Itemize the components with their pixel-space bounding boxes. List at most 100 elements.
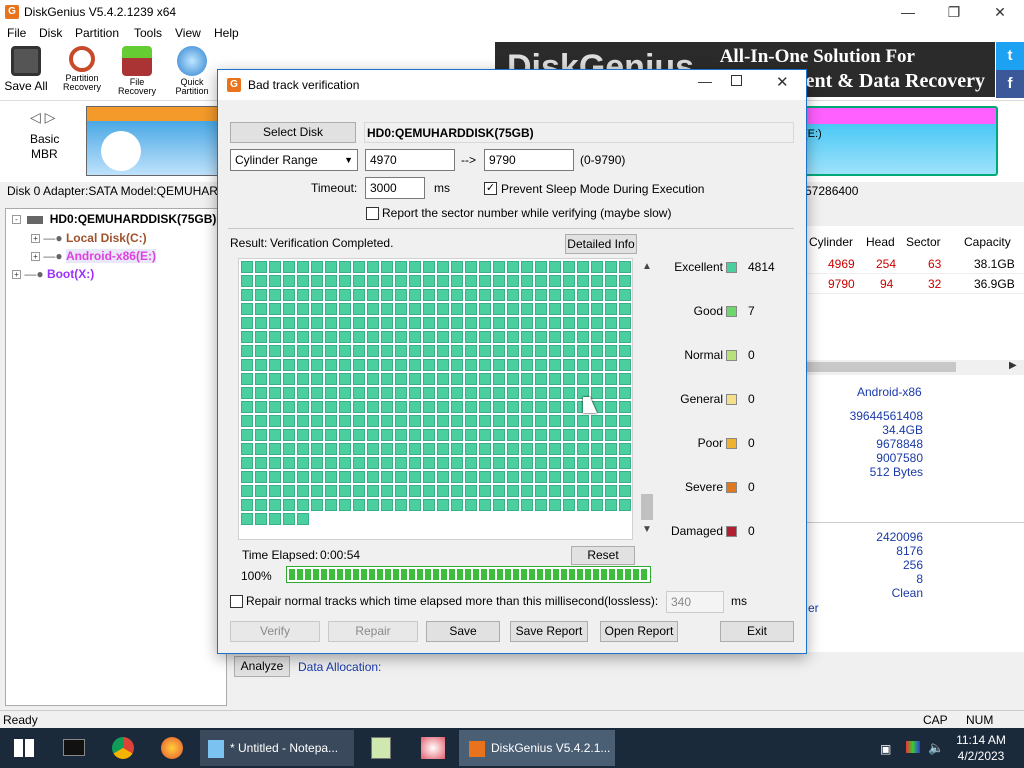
save-icon: [11, 46, 41, 76]
vertical-scrollbar[interactable]: ▲ ▼: [638, 258, 656, 540]
track-cell: [255, 415, 267, 427]
save-button[interactable]: Save: [426, 621, 500, 642]
track-cell: [409, 471, 421, 483]
track-cell: [605, 387, 617, 399]
display-icon[interactable]: [906, 741, 920, 753]
speaker-icon[interactable]: 🔈: [928, 740, 944, 756]
collapse-icon[interactable]: -: [12, 215, 21, 225]
chrome-icon[interactable]: [112, 737, 134, 759]
expand-icon[interactable]: +: [12, 270, 21, 280]
minimize-button[interactable]: —: [885, 2, 931, 22]
scroll-thumb[interactable]: [641, 494, 653, 520]
menu-tools[interactable]: Tools: [134, 26, 162, 40]
legend-count: 7: [748, 304, 755, 318]
tree-item-local-disk-c[interactable]: + —● Local Disk(C:): [31, 231, 147, 245]
track-cell: [409, 415, 421, 427]
track-cell: [605, 303, 617, 315]
analyze-button[interactable]: Analyze: [234, 656, 290, 677]
track-cell: [451, 401, 463, 413]
track-cell: [325, 415, 337, 427]
track-cell: [605, 485, 617, 497]
windows-start-icon[interactable]: [14, 739, 34, 757]
track-cell: [381, 457, 393, 469]
prevent-sleep-checkbox[interactable]: ✓: [484, 182, 497, 195]
save-report-button[interactable]: Save Report: [510, 621, 588, 642]
menu-view[interactable]: View: [175, 26, 201, 40]
select-disk-button[interactable]: Select Disk: [230, 122, 356, 143]
detailed-info-button[interactable]: Detailed Info: [565, 234, 637, 254]
report-sector-checkbox[interactable]: [366, 207, 379, 220]
track-cell: [269, 387, 281, 399]
partition-bar-e[interactable]: (E:) ): [800, 106, 998, 176]
range-mode-select[interactable]: Cylinder Range ▼: [230, 149, 358, 171]
track-cell: [297, 401, 309, 413]
taskbar-diskgenius[interactable]: DiskGenius V5.4.2.1...: [459, 730, 615, 766]
close-button[interactable]: ✕: [977, 2, 1023, 22]
horizontal-scrollbar[interactable]: ▶: [806, 360, 1024, 374]
nav-arrows-icon[interactable]: ◁ ▷: [30, 109, 55, 126]
network-icon[interactable]: ▣: [880, 742, 891, 756]
col-cylinder[interactable]: Cylinder: [809, 235, 853, 249]
timeout-input[interactable]: 3000: [365, 177, 425, 199]
spreadsheet-icon[interactable]: [371, 737, 391, 759]
terminal-icon[interactable]: [63, 739, 85, 756]
menu-partition[interactable]: Partition: [75, 26, 119, 40]
quick-partition-button[interactable]: Quick Partition: [166, 46, 218, 96]
menu-file[interactable]: File: [7, 26, 26, 40]
expand-icon[interactable]: +: [31, 252, 40, 262]
progress-segment: [505, 569, 511, 580]
taskbar-notepad[interactable]: * Untitled - Notepa...: [200, 730, 354, 766]
open-report-button[interactable]: Open Report: [600, 621, 678, 642]
firefox-icon[interactable]: [161, 737, 183, 759]
twitter-icon[interactable]: t: [996, 42, 1024, 70]
track-cell: [423, 275, 435, 287]
track-cell: [563, 345, 575, 357]
repair-button[interactable]: Repair: [328, 621, 418, 642]
chevron-down-icon[interactable]: ▼: [642, 524, 652, 535]
track-cell: [381, 275, 393, 287]
paint-icon[interactable]: [421, 737, 445, 759]
save-all-button[interactable]: Save All: [0, 46, 52, 93]
track-cell: [339, 485, 351, 497]
col-capacity[interactable]: Capacity: [964, 235, 1011, 249]
menu-help[interactable]: Help: [214, 26, 239, 40]
dialog-maximize-button[interactable]: [731, 75, 742, 86]
track-cell: [465, 429, 477, 441]
col-sector[interactable]: Sector: [906, 235, 941, 249]
menu-disk[interactable]: Disk: [39, 26, 62, 40]
partition-recovery-button[interactable]: Partition Recovery: [56, 46, 108, 92]
range-to-input[interactable]: 9790: [484, 149, 574, 171]
dialog-minimize-button[interactable]: —: [698, 73, 712, 89]
clock[interactable]: 11:14 AM 4/2/2023: [955, 732, 1007, 764]
table-row[interactable]: 4969 254 63 38.1GB: [806, 254, 1024, 274]
table-row[interactable]: 9790 94 32 36.9GB: [806, 274, 1024, 294]
track-cell: [367, 429, 379, 441]
partition-bar-c[interactable]: [86, 106, 224, 176]
chevron-right-icon[interactable]: ▶: [1009, 360, 1017, 371]
notepad-icon: [208, 739, 224, 758]
track-cell: [367, 331, 379, 343]
verify-button[interactable]: Verify: [230, 621, 320, 642]
scroll-thumb[interactable]: [806, 362, 956, 372]
exit-button[interactable]: Exit: [720, 621, 794, 642]
facebook-icon[interactable]: f: [996, 70, 1024, 98]
tree-item-boot-x[interactable]: + —● Boot(X:): [12, 267, 94, 281]
dialog-close-button[interactable]: ✕: [776, 73, 789, 91]
maximize-button[interactable]: ❐: [931, 2, 977, 22]
reset-button[interactable]: Reset: [571, 546, 635, 565]
repair-ms-input[interactable]: 340: [666, 591, 724, 613]
chevron-up-icon[interactable]: ▲: [642, 261, 652, 272]
tree-item-android-e[interactable]: + —● Android-x86(E:): [31, 249, 156, 263]
repair-normal-checkbox[interactable]: [230, 595, 243, 608]
track-cell: [465, 261, 477, 273]
expand-icon[interactable]: +: [31, 234, 40, 244]
track-cell: [437, 415, 449, 427]
range-from-input[interactable]: 4970: [365, 149, 455, 171]
track-cell: [563, 275, 575, 287]
track-cell: [241, 373, 253, 385]
track-cell: [521, 261, 533, 273]
track-cell: [521, 345, 533, 357]
col-head[interactable]: Head: [866, 235, 895, 249]
file-recovery-button[interactable]: File Recovery: [111, 46, 163, 96]
tree-disk-item[interactable]: - HD0:QEMUHARDDISK(75GB): [12, 212, 216, 226]
